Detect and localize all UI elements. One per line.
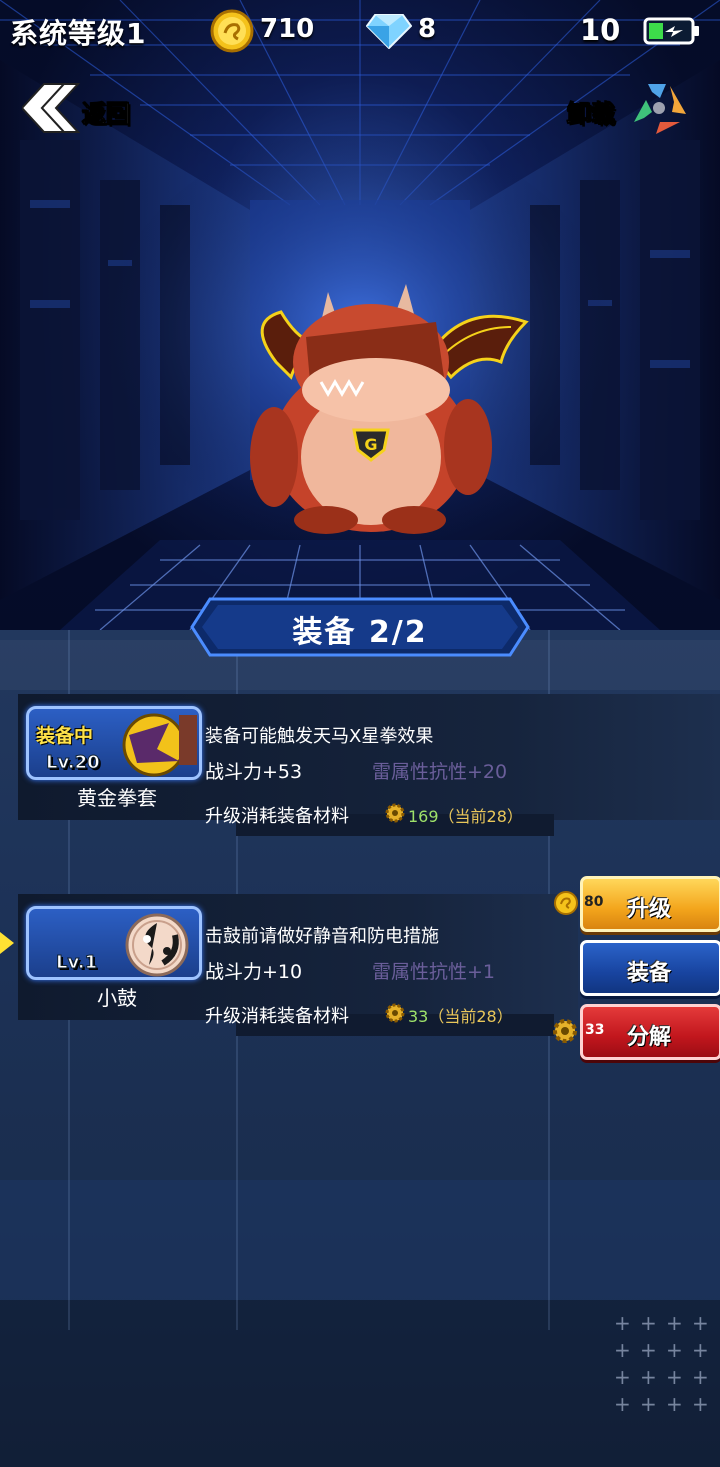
upgrade-cost: 80	[584, 894, 604, 910]
back-label: 返回	[82, 100, 131, 129]
diamond-icon	[366, 14, 412, 49]
selected-arrow-icon	[0, 932, 14, 954]
coin-count: 710	[260, 14, 315, 44]
svg-text:G: G	[364, 435, 377, 454]
coin-icon	[554, 891, 578, 915]
monster-character: G	[250, 284, 529, 534]
decompose-label: 分解	[627, 1025, 672, 1050]
item-level: Lv.1	[55, 952, 98, 974]
cost-label: 升级消耗装备材料	[205, 1006, 349, 1027]
panel-stripe	[0, 1300, 720, 1467]
item-thumbnail[interactable]	[26, 906, 202, 980]
gear-icon	[385, 1003, 405, 1023]
cost-value: 33（当前28）	[408, 1007, 513, 1026]
item-description: 装备可能触发天马X星拳效果	[205, 726, 434, 747]
equipped-badge: 装备中	[36, 725, 94, 747]
item-name: 小鼓	[97, 986, 137, 1010]
item-level: Lv.20	[46, 752, 101, 774]
energy-count: 10	[580, 13, 621, 47]
unload-label[interactable]: 卸载	[567, 94, 616, 129]
top-status-bar: 系统等级1 710 8 10	[0, 0, 720, 62]
item-resist: 雷属性抗性+20	[372, 761, 508, 783]
equip-label: 装备	[627, 961, 672, 986]
item-power: 战斗力+10	[205, 961, 303, 983]
item-description: 击鼓前请做好静音和防电措施	[205, 926, 439, 947]
panel-stripe	[0, 1180, 720, 1300]
item-power: 战斗力+53	[205, 761, 303, 783]
cost-value: 169（当前28）	[408, 807, 523, 826]
coin-icon	[210, 9, 254, 53]
item-resist: 雷属性抗性+1	[372, 961, 496, 983]
gear-icon	[553, 1019, 577, 1043]
decompose-cost: 33	[585, 1022, 605, 1038]
battery-icon	[643, 17, 699, 45]
system-level: 系统等级1	[10, 17, 147, 50]
panel-title: 装备 2/2	[292, 615, 428, 650]
gear-icon	[385, 803, 405, 823]
item-name: 黄金拳套	[77, 786, 157, 810]
equip-button[interactable]: 装备	[580, 940, 720, 996]
upgrade-label: 升级	[627, 897, 672, 922]
cost-label: 升级消耗装备材料	[205, 806, 349, 827]
recycle-icon[interactable]	[626, 78, 692, 138]
gem-count: 8	[418, 14, 437, 44]
drum-icon	[125, 913, 189, 977]
